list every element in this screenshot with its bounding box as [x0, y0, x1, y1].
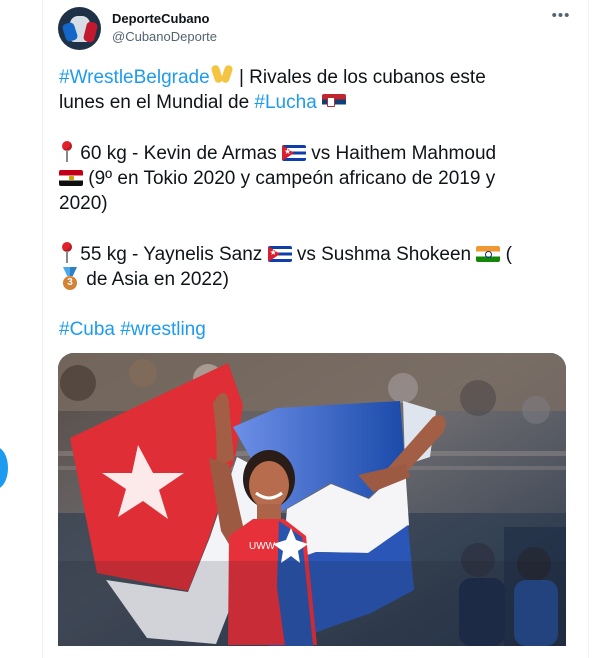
third-place-medal-icon	[59, 267, 81, 291]
tweet-body: #WrestleBelgrade | Rivales de los cubano…	[59, 62, 559, 367]
entry-55kg-part-4: de Asia en 2022)	[81, 269, 229, 290]
display-name[interactable]: DeporteCubano	[112, 11, 210, 26]
entry-60kg: 60 kg - Kevin de Armas vs Haithem Mahmou…	[59, 140, 559, 216]
hashtag-lucha[interactable]: #Lucha	[254, 92, 316, 113]
cuba-flag-icon	[282, 145, 306, 161]
photo-image: UWW	[58, 353, 566, 646]
entry-60kg-part-4: 2020)	[59, 193, 108, 214]
entry-55kg-part-2: vs Sushma Shokeen	[291, 244, 477, 265]
intro-text-1: | Rivales de los cubanos este	[233, 67, 486, 88]
avatar[interactable]	[58, 7, 101, 50]
entry-55kg: 55 kg - Yaynelis Sanz vs Sushma Shokeen …	[59, 241, 559, 292]
entry-60kg-part-2: vs Haithem Mahmoud	[306, 143, 497, 164]
hashtag-wrestlebelgrade[interactable]: #WrestleBelgrade	[59, 67, 210, 88]
egypt-flag-icon	[59, 170, 83, 186]
entry-55kg-part-1: 55 kg - Yaynelis Sanz	[75, 244, 268, 265]
svg-text:UWW: UWW	[249, 541, 276, 552]
entry-55kg-part-3: (	[500, 244, 513, 265]
tweet-photo[interactable]: UWW	[58, 353, 566, 646]
cuba-flag-icon	[267, 246, 292, 262]
entry-60kg-part-3: (9º en Tokio 2020 y campeón africano de …	[83, 168, 496, 189]
entry-60kg-part-1: 60 kg - Kevin de Armas	[75, 143, 282, 164]
more-icon[interactable]: •••	[551, 7, 571, 25]
hashtag-cuba[interactable]: #Cuba	[59, 319, 115, 340]
round-pushpin-icon	[59, 140, 75, 163]
hashtag-wrestling[interactable]: #wrestling	[120, 319, 206, 340]
tags-paragraph: #Cuba #wrestling	[59, 317, 559, 342]
serbia-flag-icon	[322, 94, 347, 110]
intro-paragraph: #WrestleBelgrade | Rivales de los cubano…	[59, 62, 559, 115]
india-flag-icon	[476, 246, 501, 262]
handle[interactable]: @CubanoDeporte	[112, 29, 217, 44]
round-pushpin-icon	[59, 241, 75, 264]
people-wrestling-icon	[210, 62, 234, 86]
intro-text-2: lunes en el Mundial de	[59, 92, 255, 113]
